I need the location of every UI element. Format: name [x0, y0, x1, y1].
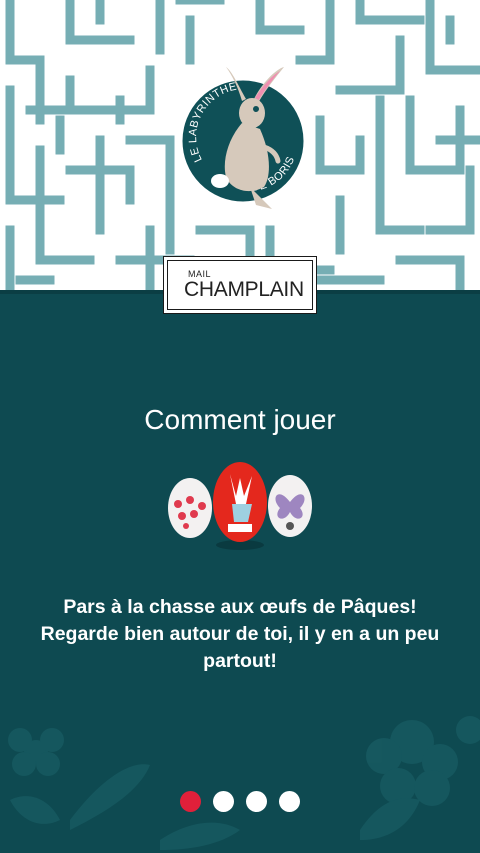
maze-header: LE LABYRINTHE DE BORIS	[0, 0, 480, 292]
page-dot-3[interactable]	[246, 791, 267, 812]
page-dot-1[interactable]	[180, 791, 201, 812]
red-bunny-egg-icon	[213, 462, 267, 550]
mail-champlain-logo: MAIL CHAMPLAIN	[163, 256, 317, 314]
page-indicator	[0, 791, 480, 812]
butterfly-egg-icon	[268, 475, 312, 537]
flower-icon	[8, 728, 64, 776]
brand-name: CHAMPLAIN	[184, 278, 304, 301]
page-dot-2[interactable]	[213, 791, 234, 812]
floral-decoration	[8, 716, 480, 850]
easter-eggs-illustration	[168, 462, 312, 550]
page-dot-4[interactable]	[279, 791, 300, 812]
how-to-play-screen: LE LABYRINTHE DE BORIS MAIL CHAMPLAIN Co…	[0, 0, 480, 853]
labyrinthe-boris-logo: LE LABYRINTHE DE BORIS	[180, 67, 306, 209]
hearts-egg-icon	[168, 478, 212, 538]
page-title: Comment jouer	[144, 404, 336, 435]
instructions-text: Pars à la chasse aux œufs de Pâques! Reg…	[40, 596, 440, 672]
